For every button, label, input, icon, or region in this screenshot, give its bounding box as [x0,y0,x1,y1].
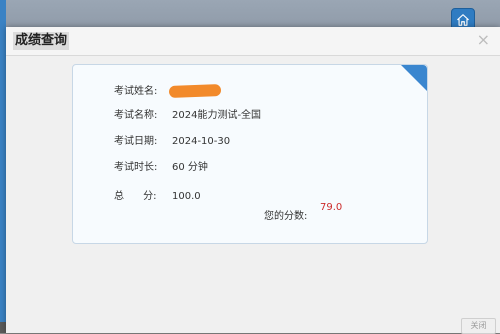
your-score-label: 您的分数: [264,211,308,222]
exam-date-value: 2024-10-30 [172,136,231,147]
your-score-value: 79.0 [320,202,343,213]
score-query-dialog: 成绩查询 × 考试姓名: 考试名称: 2024能力测试-全国 考试日期: 202… [6,27,500,334]
exam-duration-label: 考试时长: [114,162,158,173]
score-card: 考试姓名: 考试名称: 2024能力测试-全国 考试日期: 2024-10-30… [72,64,428,244]
exam-duration-value: 60 分钟 [172,162,208,173]
close-icon[interactable]: × [477,31,490,49]
exam-name-label: 考试姓名: [114,86,158,97]
exam-date-label: 考试日期: [114,136,158,147]
dialog-title: 成绩查询 [13,32,70,50]
corner-ribbon-icon [401,65,427,91]
home-icon [457,14,469,26]
close-button[interactable]: 关闭 [461,318,496,334]
redacted-name [168,84,222,98]
exam-title-value: 2024能力测试-全国 [172,110,262,121]
total-score-label: 总 分: [114,191,157,202]
exam-title-label: 考试名称: [114,110,158,121]
total-score-value: 100.0 [172,191,201,202]
dialog-header: 成绩查询 × [6,27,500,56]
